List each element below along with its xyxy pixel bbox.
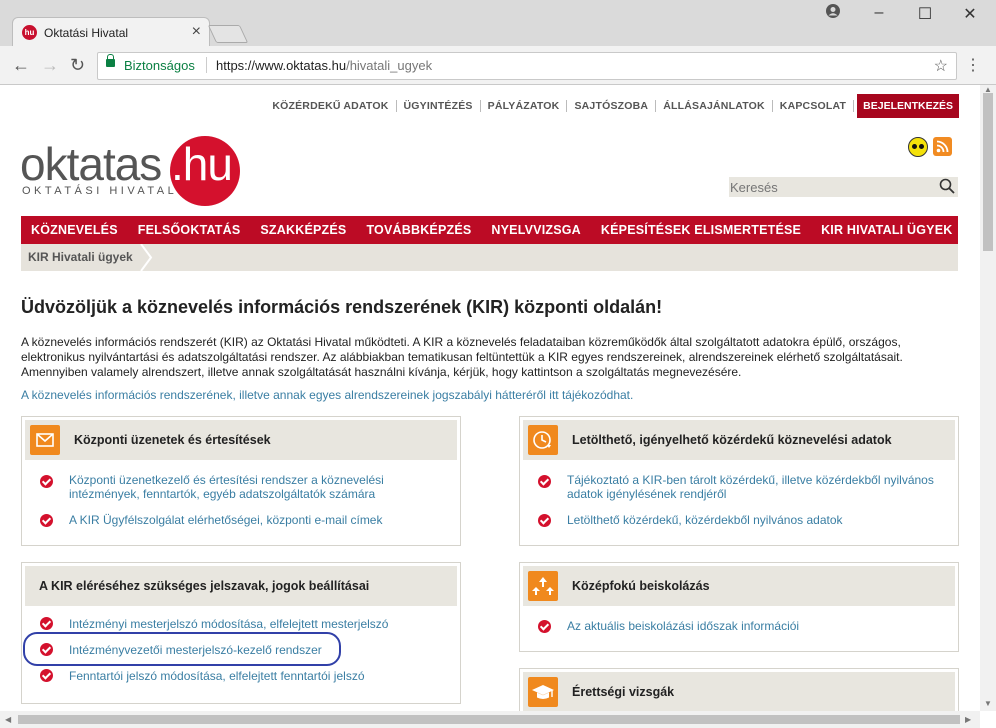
box-header: Központi üzenetek és értesítések (25, 420, 457, 460)
box-header: Középfokú beiskolázás (523, 566, 955, 606)
browser-tab[interactable]: hu Oktatási Hivatal × (12, 17, 210, 47)
box-title: Középfokú beiskolázás (572, 579, 710, 593)
back-icon[interactable]: ← (12, 55, 30, 76)
browser-menu-icon[interactable]: ⋮ (965, 55, 981, 75)
vertical-scroll-thumb[interactable] (983, 93, 993, 251)
check-icon (538, 475, 551, 488)
nav-tovabbkepzes[interactable]: TOVÁBBKÉPZÉS (356, 223, 481, 237)
toplink-allasajanlatok[interactable]: ÁLLÁSAJÁNLATOK (656, 100, 773, 112)
url-path: /hivatali_ugyek (346, 58, 433, 73)
url-separator (206, 57, 207, 73)
search-box (729, 177, 958, 197)
box-title: Központi üzenetek és értesítések (74, 433, 271, 447)
secure-label: Biztonságos (124, 58, 195, 73)
logo-text[interactable]: oktatas (20, 137, 162, 191)
check-icon (40, 669, 53, 682)
logo-hu: .hu (171, 138, 233, 190)
link-downloadable-public-data[interactable]: Letölthető közérdekű, közérdekből nyilvá… (567, 513, 952, 527)
clock-download-icon (528, 425, 558, 455)
enrollment-icon (528, 571, 558, 601)
box-final-exams: Érettségi vizsgák (519, 668, 959, 711)
browser-titlebar: hu Oktatási Hivatal × – ☐ ✕ (0, 0, 996, 47)
box-secondary-enrollment: Középfokú beiskolázás Az aktuális beisko… (519, 562, 959, 652)
favicon-icon: hu (22, 25, 37, 40)
check-icon (538, 620, 551, 633)
breadcrumb-item[interactable]: KIR Hivatali ügyek (28, 250, 133, 264)
box-header: A KIR eléréséhez szükséges jelszavak, jo… (25, 566, 457, 606)
nav-koznevelés[interactable]: KÖZNEVELÉS (21, 223, 128, 237)
toplink-palyazatok[interactable]: PÁLYÁZATOK (481, 100, 568, 112)
nav-kir-hivatali[interactable]: KIR HIVATALI ÜGYEK (811, 223, 962, 237)
search-icon[interactable] (939, 178, 955, 194)
check-icon (538, 514, 551, 527)
legal-background-link[interactable]: A köznevelés információs rendszerének, i… (21, 388, 633, 402)
toplink-kozerdeku[interactable]: KÖZÉRDEKŰ ADATOK (265, 100, 397, 112)
profile-icon[interactable] (818, 4, 848, 23)
link-central-messaging-system[interactable]: Központi üzenetkezelő és értesítési rend… (69, 473, 429, 501)
nav-nyelvvizsga[interactable]: NYELVVIZSGA (481, 223, 590, 237)
box-header: Érettségi vizsgák (523, 672, 955, 711)
link-kir-helpdesk-contacts[interactable]: A KIR Ügyfélszolgálat elérhetőségei, köz… (69, 513, 449, 527)
web-page: KÖZÉRDEKŰ ADATOK ÜGYINTÉZÉS PÁLYÁZATOK S… (0, 85, 980, 711)
login-button[interactable]: BEJELENTKEZÉS (857, 94, 959, 118)
nav-szakkepzes[interactable]: SZAKKÉPZÉS (250, 223, 356, 237)
logo-subtitle: OKTATÁSI HIVATAL (22, 185, 178, 197)
highlight-annotation-oval (23, 632, 341, 666)
nav-kepesitesek[interactable]: KÉPESÍTÉSEK ELISMERTETÉSE (591, 223, 811, 237)
nav-felsooktatas[interactable]: FELSŐOKTATÁS (128, 223, 251, 237)
search-input[interactable] (729, 177, 930, 197)
box-title: Letölthető, igényelhető közérdekű köznev… (572, 433, 892, 447)
check-icon (40, 514, 53, 527)
toplink-kapcsolat[interactable]: KAPCSOLAT (773, 100, 855, 112)
new-tab-button[interactable] (207, 25, 249, 43)
url-domain: https://www.oktatas.hu (216, 58, 347, 73)
toplink-sajtoszoba[interactable]: SAJTÓSZOBA (567, 100, 657, 112)
vertical-scrollbar[interactable]: ▲ ▼ (980, 85, 996, 711)
link-institution-master-password[interactable]: Intézményi mesterjelszó módosítása, elfe… (69, 617, 449, 631)
bookmark-star-icon[interactable]: ☆ (934, 56, 948, 76)
browser-toolbar: ← → ↻ Biztonságos https://www.oktatas.hu… (0, 46, 996, 85)
box-downloadable-data: Letölthető, igényelhető közérdekű köznev… (519, 416, 959, 546)
maximize-icon[interactable]: ☐ (910, 4, 940, 24)
intro-text: A köznevelés információs rendszerét (KIR… (21, 335, 903, 379)
forward-icon[interactable]: → (41, 55, 59, 76)
reload-icon[interactable]: ↻ (70, 55, 85, 76)
url-text[interactable]: https://www.oktatas.hu/hivatali_ugyek (216, 58, 432, 73)
box-title: A KIR eléréséhez szükséges jelszavak, jo… (39, 579, 370, 593)
rss-icon[interactable] (933, 137, 952, 156)
page-title: Üdvözöljük a köznevelés információs rend… (21, 297, 663, 317)
check-icon (40, 617, 53, 630)
breadcrumb-separator-icon (140, 244, 153, 271)
lock-icon (106, 54, 115, 67)
check-icon (40, 475, 53, 488)
horizontal-scrollbar[interactable]: ◀ ▶ (0, 711, 980, 728)
tab-title: Oktatási Hivatal (44, 26, 129, 40)
graduation-cap-icon (528, 677, 558, 707)
link-maintainer-password[interactable]: Fenntartói jelszó módosítása, elfelejtet… (69, 669, 449, 683)
main-nav: KÖZNEVELÉS FELSŐOKTATÁS SZAKKÉPZÉS TOVÁB… (21, 216, 958, 244)
top-links: KÖZÉRDEKŰ ADATOK ÜGYINTÉZÉS PÁLYÁZATOK S… (265, 94, 959, 118)
box-header: Letölthető, igényelhető közérdekű köznev… (523, 420, 955, 460)
accessibility-icon[interactable] (908, 137, 928, 157)
scroll-down-icon[interactable]: ▼ (984, 699, 992, 708)
link-data-request-info[interactable]: Tájékoztató a KIR-ben tárolt közérdekű, … (567, 473, 952, 501)
minimize-icon[interactable]: – (864, 4, 894, 22)
close-window-icon[interactable]: ✕ (955, 4, 985, 24)
address-bar[interactable]: Biztonságos https://www.oktatas.hu/hivat… (97, 52, 957, 80)
scroll-right-icon[interactable]: ▶ (965, 715, 971, 724)
toplink-ugyintezes[interactable]: ÜGYINTÉZÉS (397, 100, 481, 112)
box-title: Érettségi vizsgák (572, 685, 675, 699)
tab-close-icon[interactable]: × (192, 23, 201, 41)
breadcrumb: KIR Hivatali ügyek (21, 244, 958, 271)
box-central-messages: Központi üzenetek és értesítések Központ… (21, 416, 461, 546)
envelope-icon (30, 425, 60, 455)
horizontal-scroll-thumb[interactable] (18, 715, 960, 724)
link-current-enrollment-info[interactable]: Az aktuális beiskolázási időszak informá… (567, 619, 952, 633)
scroll-left-icon[interactable]: ◀ (5, 715, 11, 724)
